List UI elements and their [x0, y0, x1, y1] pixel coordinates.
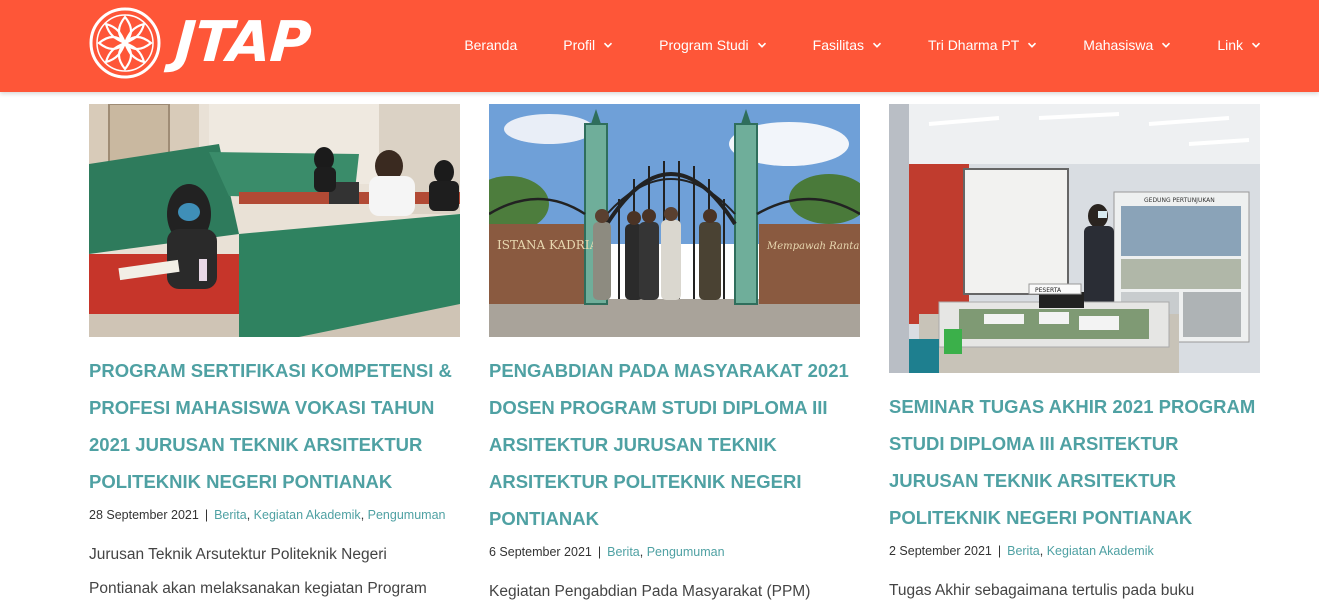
gate-sign-left: ISTANA KADRIAH — [497, 238, 609, 252]
palace-gate-photo: ISTANA KADRIAH Mempawah Rantau Bahagia — [489, 104, 860, 337]
chevron-down-icon — [1028, 42, 1037, 48]
post-excerpt: Tugas Akhir sebagaimana tertulis pada bu… — [889, 582, 1195, 599]
post-card: GEDUNG PERTUNJUKAN PESERTA SEMINAR TUGAS… — [889, 104, 1260, 606]
main-nav: Beranda Profil Program Studi Fasilitas T… — [464, 34, 1261, 56]
nav-profil[interactable]: Profil — [563, 34, 613, 56]
nav-label: Profil — [563, 37, 596, 53]
ornament-emblem-icon — [89, 7, 161, 79]
post-thumbnail-seminar[interactable]: GEDUNG PERTUNJUKAN PESERTA — [889, 104, 1260, 373]
meta-separator: | — [597, 545, 602, 559]
exam-room-photo — [89, 104, 460, 337]
nav-label: Link — [1217, 37, 1243, 53]
nav-fasilitas[interactable]: Fasilitas — [813, 34, 882, 56]
desk-sign: PESERTA — [1035, 287, 1062, 294]
category-link-berita[interactable]: Berita — [1007, 544, 1040, 558]
logo-text: JTAP — [172, 10, 313, 75]
post-card: PROGRAM SERTIFIKASI KOMPETENSI & PROFESI… — [89, 104, 460, 606]
post-title-link[interactable]: PROGRAM SERTIFIKASI KOMPETENSI & PROFESI… — [89, 352, 460, 500]
post-meta: 28 September 2021 | Berita, Kegiatan Akade… — [89, 508, 446, 522]
nav-label: Program Studi — [659, 37, 749, 53]
meta-separator: | — [204, 508, 209, 522]
post-meta: 6 September 2021 | Berita, Pengumuman — [489, 545, 725, 559]
post-thumbnail-exam-room[interactable] — [89, 104, 460, 337]
chevron-down-icon — [1162, 42, 1171, 48]
chevron-down-icon — [604, 42, 613, 48]
post-excerpt: Jurusan Teknik Arsutektur Politeknik Neg… — [89, 546, 427, 597]
nav-mahasiswa[interactable]: Mahasiswa — [1083, 34, 1171, 56]
post-title-link[interactable]: PENGABDIAN PADA MASYARAKAT 2021 DOSEN PR… — [489, 352, 860, 537]
nav-tri-dharma-pt[interactable]: Tri Dharma PT — [928, 34, 1037, 56]
post-title-link[interactable]: SEMINAR TUGAS AKHIR 2021 PROGRAM STUDI D… — [889, 388, 1260, 536]
chevron-down-icon — [872, 42, 882, 48]
category-link-kegiatan-akademik[interactable]: Kegiatan Akademik — [254, 508, 361, 522]
nav-label: Mahasiswa — [1083, 37, 1154, 53]
category-link-berita[interactable]: Berita — [214, 508, 247, 522]
post-date: 6 September 2021 — [489, 545, 592, 559]
chevron-down-icon — [1251, 42, 1261, 48]
site-logo[interactable]: JTAP — [89, 7, 313, 79]
category-link-berita[interactable]: Berita — [607, 545, 640, 559]
post-date: 28 September 2021 — [89, 508, 199, 522]
site-header: JTAP Beranda Profil Program Studi Fasili… — [0, 0, 1319, 92]
category-link-kegiatan-akademik[interactable]: Kegiatan Akademik — [1047, 544, 1154, 558]
nav-link[interactable]: Link — [1217, 34, 1261, 56]
chevron-down-icon — [757, 42, 766, 48]
post-date: 2 September 2021 — [889, 544, 992, 558]
post-card: ISTANA KADRIAH Mempawah Rantau Bahagia P… — [489, 104, 860, 606]
gate-sign-right: Mempawah Rantau Bahagia — [766, 241, 860, 252]
category-link-pengumuman[interactable]: Pengumuman — [368, 508, 446, 522]
meta-separator: | — [997, 544, 1002, 558]
nav-beranda[interactable]: Beranda — [464, 34, 517, 56]
nav-label: Fasilitas — [812, 37, 864, 53]
nav-program-studi[interactable]: Program Studi — [659, 34, 766, 56]
nav-label: Beranda — [464, 37, 518, 53]
nav-label: Tri Dharma PT — [928, 37, 1020, 53]
category-link-pengumuman[interactable]: Pengumuman — [647, 545, 725, 559]
post-excerpt: Kegiatan Pengabdian Pada Masyarakat (PPM… — [489, 583, 811, 600]
seminar-photo: GEDUNG PERTUNJUKAN PESERTA — [889, 104, 1260, 373]
poster-heading: GEDUNG PERTUNJUKAN — [1144, 197, 1215, 204]
post-meta: 2 September 2021 | Berita, Kegiatan Akadem… — [889, 544, 1154, 558]
post-thumbnail-palace-gate[interactable]: ISTANA KADRIAH Mempawah Rantau Bahagia — [489, 104, 860, 337]
